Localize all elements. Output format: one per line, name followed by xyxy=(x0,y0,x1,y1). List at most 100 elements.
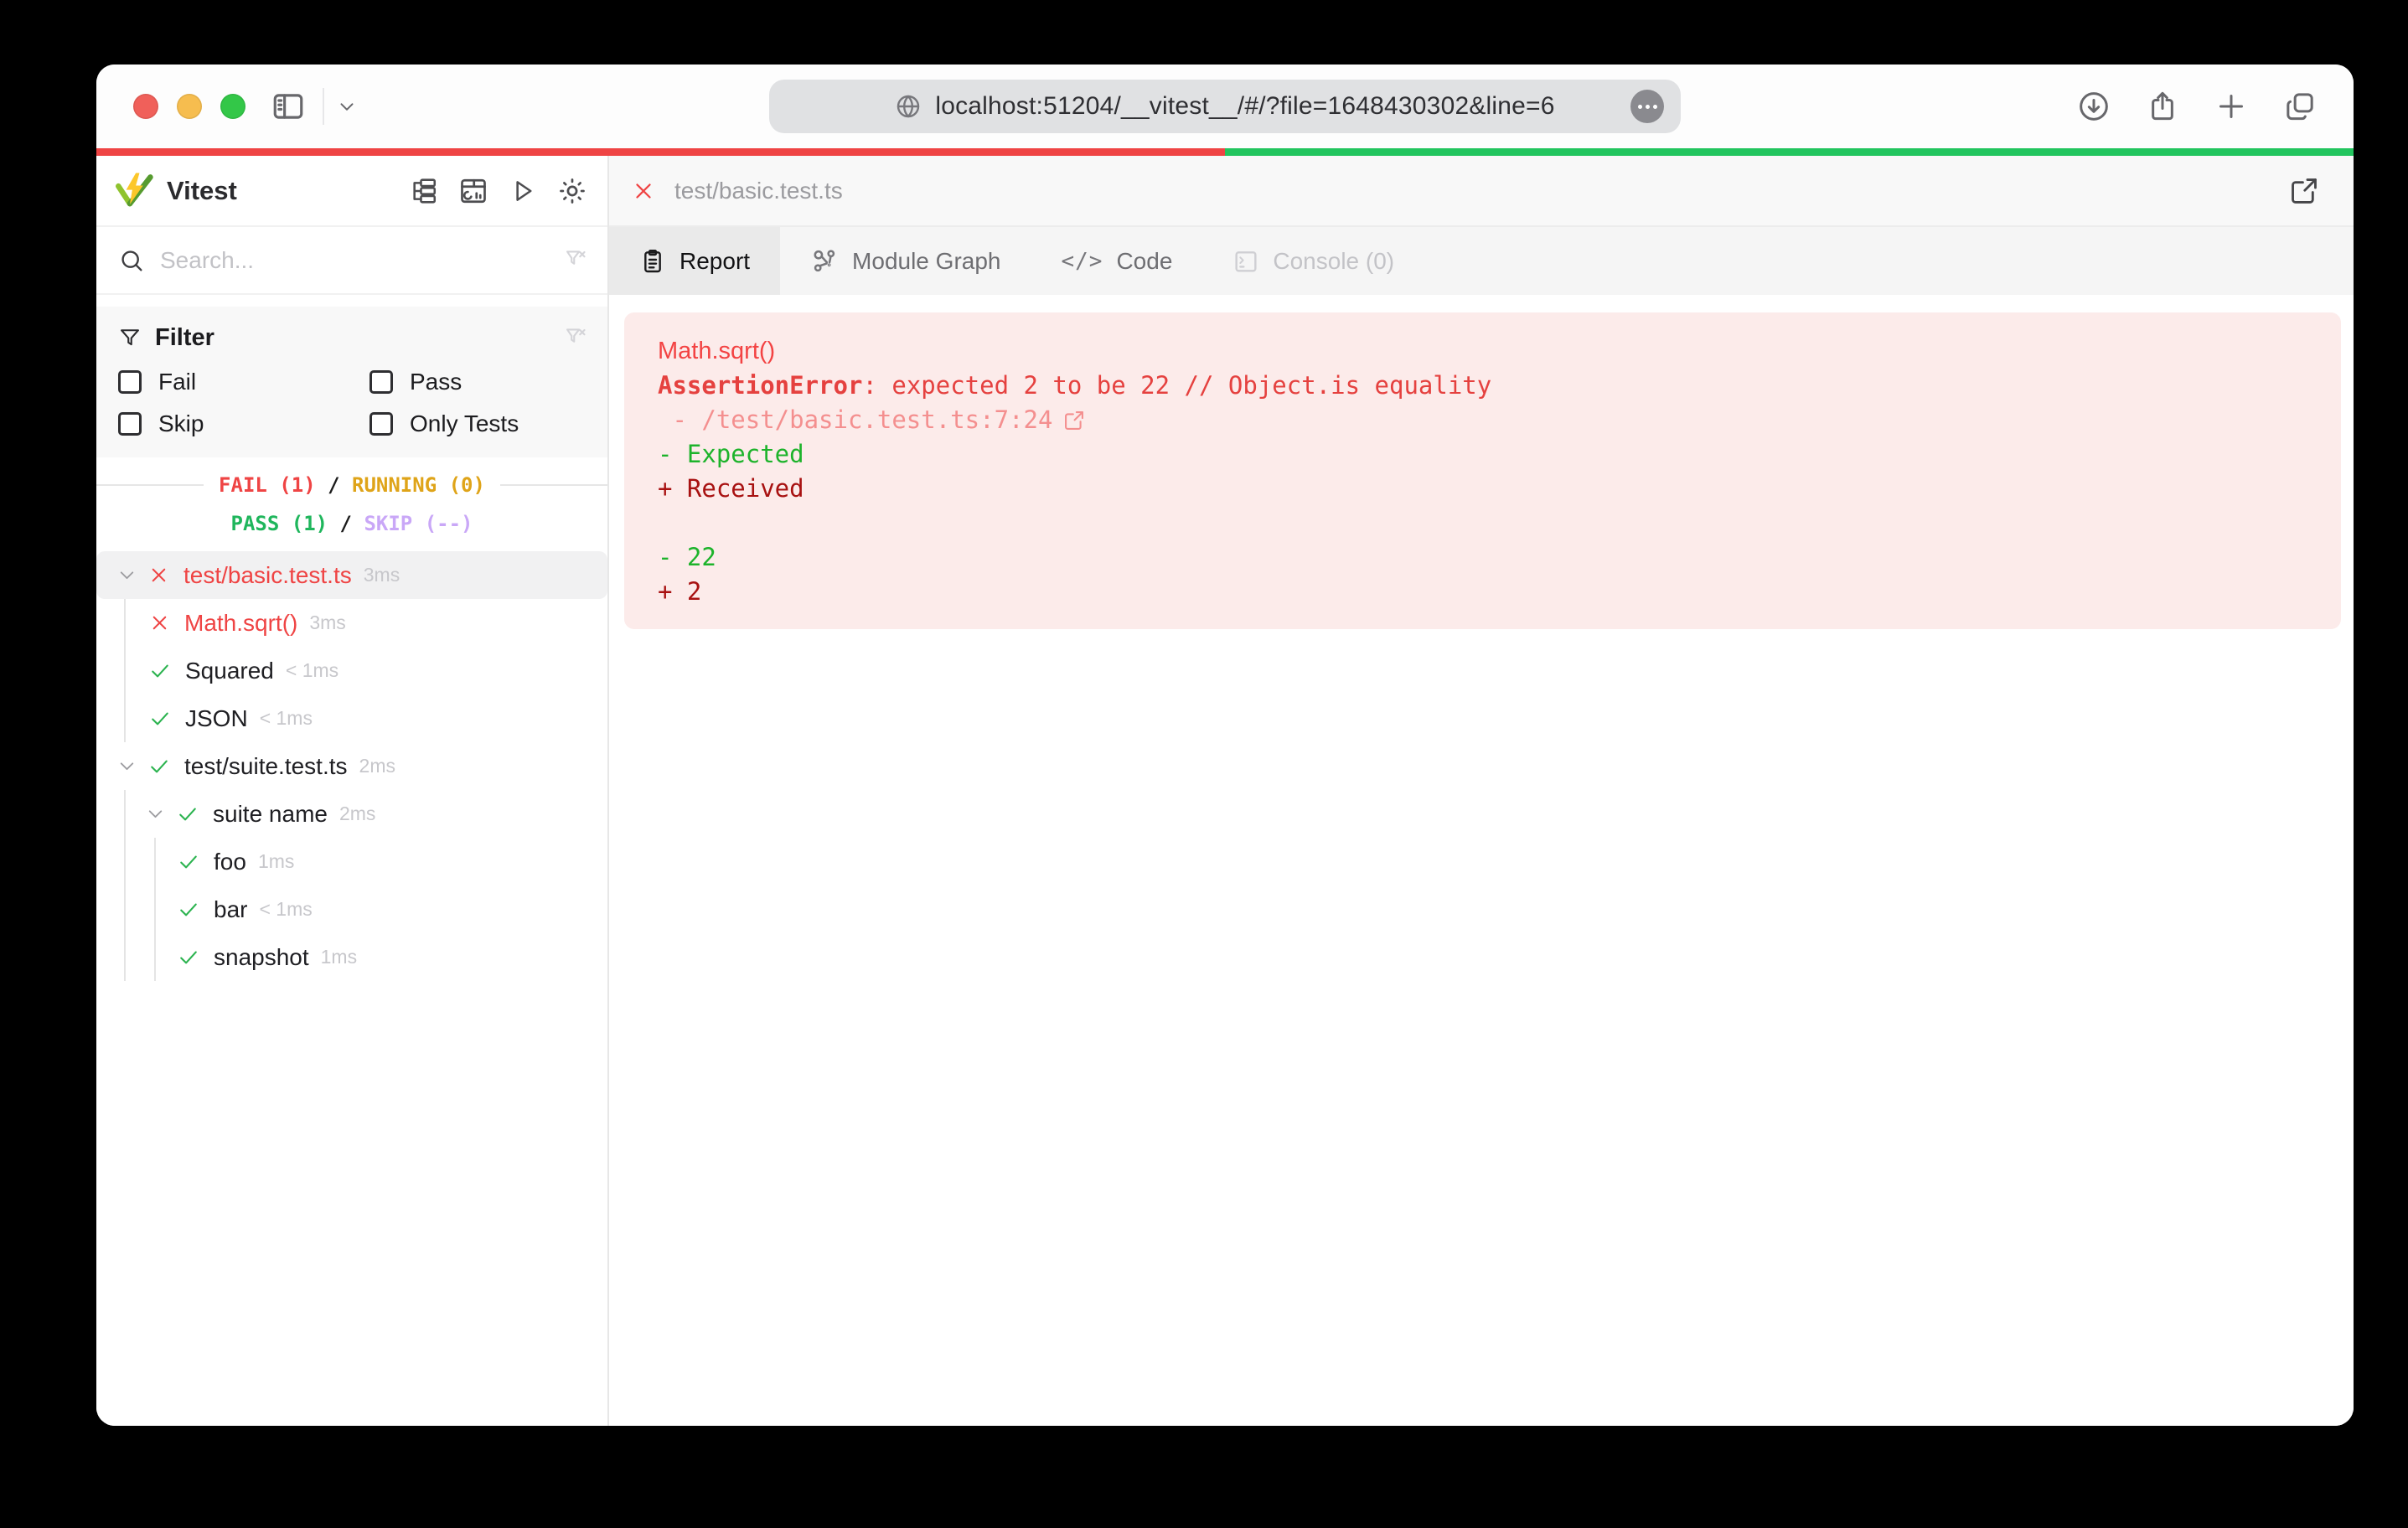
search-icon xyxy=(118,247,145,274)
status-fail: FAIL (1) xyxy=(219,473,316,497)
open-in-editor-icon[interactable] xyxy=(2288,175,2320,207)
filter-checkbox-skip[interactable]: Skip xyxy=(118,410,369,437)
filter-panel: Filter Fail Pass Skip Only Tests xyxy=(96,307,607,457)
tree-item-test-suite-test-ts[interactable]: test/suite.test.ts 2ms xyxy=(96,742,607,790)
minimize-window-button[interactable] xyxy=(177,94,202,119)
fail-icon xyxy=(147,564,170,586)
pass-icon xyxy=(148,707,172,730)
checkbox-label: Pass xyxy=(410,369,462,395)
test-duration: 3ms xyxy=(309,612,345,634)
filter-checkbox-pass[interactable]: Pass xyxy=(369,369,587,395)
checkbox-label: Fail xyxy=(158,369,196,395)
url-text: localhost:51204/__vitest__/#/?file=16484… xyxy=(935,92,1554,121)
download-icon[interactable] xyxy=(2077,90,2111,123)
close-window-button[interactable] xyxy=(133,94,158,119)
test-name: snapshot xyxy=(214,944,309,971)
sidebar-toggle-icon[interactable] xyxy=(271,89,306,124)
checkbox[interactable] xyxy=(369,370,393,394)
test-name: test/suite.test.ts xyxy=(184,753,348,780)
filter-checkbox-only-tests[interactable]: Only Tests xyxy=(369,410,587,437)
test-duration: 2ms xyxy=(339,803,375,825)
tree-item-test-basic-test-ts[interactable]: test/basic.test.ts3ms xyxy=(96,551,607,599)
clear-filter-icon xyxy=(564,324,587,352)
status-running: RUNNING (0) xyxy=(352,473,485,497)
status-sep: / xyxy=(328,512,364,535)
filter-options: Fail Pass Skip Only Tests xyxy=(118,369,587,437)
checkbox-label: Only Tests xyxy=(410,410,519,437)
test-duration: < 1ms xyxy=(286,659,338,682)
tab-label: Report xyxy=(680,248,750,275)
tree-view-icon[interactable] xyxy=(410,177,438,205)
tab-code[interactable]: </> Code xyxy=(1031,227,1202,295)
test-tree: test/basic.test.ts3ms Math.sqrt() 3ms Squar… xyxy=(96,551,607,1426)
open-stack-location-icon[interactable] xyxy=(1062,409,1086,432)
globe-icon xyxy=(895,93,922,120)
traffic-lights xyxy=(133,94,245,119)
ellipsis-icon[interactable] xyxy=(1630,90,1664,123)
test-duration: 2ms xyxy=(359,755,395,777)
test-progress-bar xyxy=(96,148,2354,156)
search-row xyxy=(96,227,607,295)
test-name: bar xyxy=(214,896,247,923)
tree-item-squared[interactable]: Squared< 1ms xyxy=(96,647,607,694)
tab-label: Module Graph xyxy=(852,248,1000,275)
pass-icon xyxy=(148,659,172,683)
tab-module-graph[interactable]: Module Graph xyxy=(780,227,1031,295)
tab-label: Code xyxy=(1116,248,1172,275)
error-diff: - Expected+ Received - 22+ 2 xyxy=(658,437,2316,609)
diff-line-blank xyxy=(658,506,2316,540)
diff-line-expected: - Expected xyxy=(658,437,2316,472)
checkbox[interactable] xyxy=(369,412,393,436)
theme-toggle-icon[interactable] xyxy=(557,176,587,206)
report-icon xyxy=(639,248,666,275)
new-tab-icon[interactable] xyxy=(2214,90,2248,123)
toolbar-divider xyxy=(323,88,324,125)
filter-title: Filter xyxy=(155,324,214,352)
tree-item-foo[interactable]: foo 1ms xyxy=(96,838,607,885)
diff-line-expected: - 22 xyxy=(658,540,2316,575)
tree-item-suite-name[interactable]: suite name2ms xyxy=(96,790,607,838)
test-duration: < 1ms xyxy=(259,898,312,921)
pass-icon xyxy=(147,755,171,778)
vitest-logo xyxy=(115,172,153,210)
file-header: test/basic.test.ts xyxy=(609,156,2354,227)
share-icon[interactable] xyxy=(2146,90,2179,123)
test-duration: < 1ms xyxy=(260,707,313,730)
tabs-overview-icon[interactable] xyxy=(2283,90,2317,123)
zoom-window-button[interactable] xyxy=(220,94,245,119)
pass-icon xyxy=(177,946,200,969)
test-duration: 1ms xyxy=(258,850,294,873)
test-name: test/basic.test.ts xyxy=(183,562,352,589)
pass-icon xyxy=(176,803,199,826)
error-panel: Math.sqrt() AssertionError: expected 2 t… xyxy=(624,312,2341,629)
chevron-down-icon[interactable] xyxy=(116,565,137,586)
status-line-1: FAIL (1) / RUNNING (0) xyxy=(96,466,607,504)
tree-item-snapshot[interactable]: snapshot1ms xyxy=(96,933,607,981)
diff-line-received: + 2 xyxy=(658,575,2316,609)
dashboard-icon[interactable] xyxy=(458,176,488,206)
url-bar[interactable]: localhost:51204/__vitest__/#/?file=16484… xyxy=(769,80,1681,133)
filter-checkbox-fail[interactable]: Fail xyxy=(118,369,369,395)
run-all-icon[interactable] xyxy=(509,177,537,205)
search-input[interactable] xyxy=(160,247,549,274)
pass-icon xyxy=(177,898,200,921)
brand-row: Vitest xyxy=(96,156,607,227)
tree-item-math-sqrt[interactable]: Math.sqrt() 3ms xyxy=(96,599,607,647)
status-line-2: PASS (1) / SKIP (--) xyxy=(96,504,607,543)
code-icon: </> xyxy=(1061,249,1103,274)
test-name: foo xyxy=(214,849,246,875)
tab-report[interactable]: Report xyxy=(609,227,780,295)
tree-item-bar[interactable]: bar < 1ms xyxy=(96,885,607,933)
tree-item-json[interactable]: JSON< 1ms xyxy=(96,694,607,742)
checkbox[interactable] xyxy=(118,412,142,436)
chevron-down-icon[interactable] xyxy=(116,756,137,777)
chevron-down-icon[interactable] xyxy=(145,803,166,824)
fail-icon xyxy=(148,612,171,634)
chevron-down-icon[interactable] xyxy=(336,96,358,117)
checkbox[interactable] xyxy=(118,370,142,394)
progress-fail-segment xyxy=(96,148,1225,156)
app-title: Vitest xyxy=(167,176,237,206)
test-name: Math.sqrt() xyxy=(184,610,297,637)
error-message: AssertionError: expected 2 to be 22 // O… xyxy=(658,369,2316,403)
file-fail-icon xyxy=(631,178,656,204)
